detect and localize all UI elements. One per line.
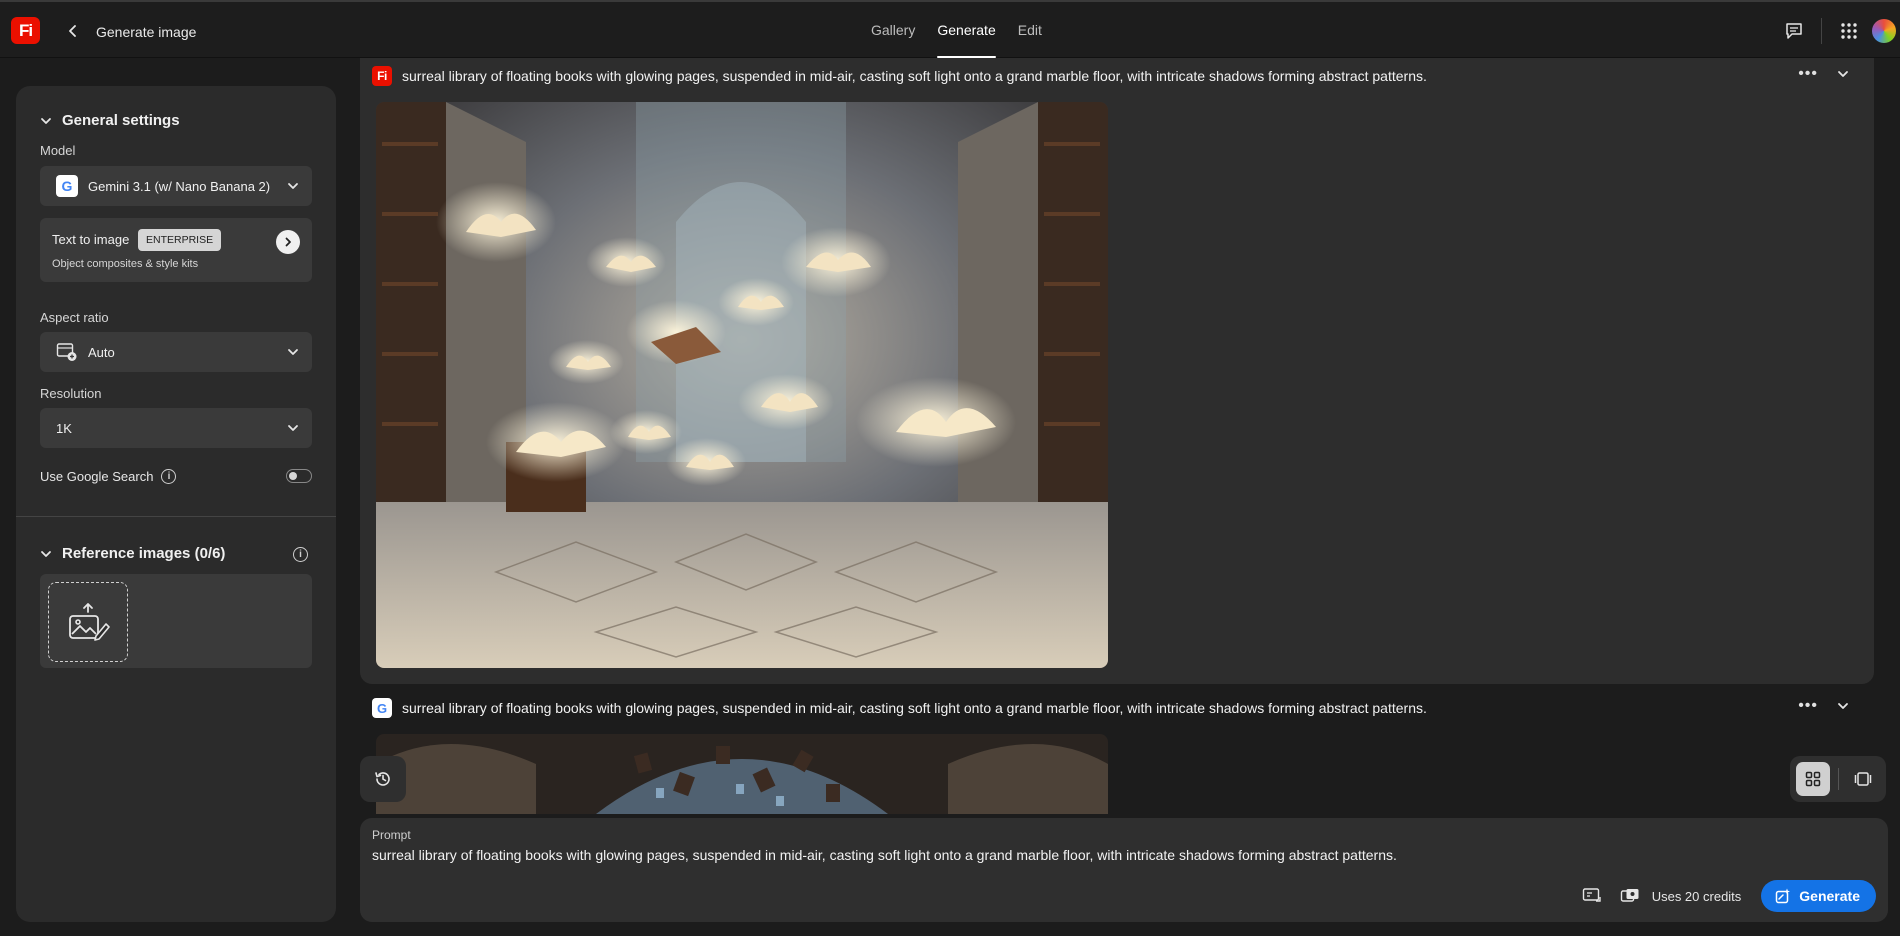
view-toggle — [1790, 756, 1886, 802]
chat-button[interactable] — [1779, 16, 1809, 46]
text-to-image-card[interactable]: Text to image ENTERPRISE Object composit… — [40, 218, 312, 282]
aspect-ratio-value: Auto — [88, 344, 115, 360]
google-search-label: Use Google Search — [40, 468, 154, 484]
tab-edit[interactable]: Edit — [1007, 2, 1053, 58]
apps-grid-icon — [1841, 23, 1857, 39]
reference-images-title: Reference images (0/6) — [62, 545, 226, 562]
model-select[interactable]: G Gemini 3.1 (w/ Nano Banana 2) — [40, 166, 312, 206]
generate-icon — [1775, 888, 1791, 904]
chevron-down-icon — [40, 115, 52, 127]
credits-text: Uses 20 credits — [1651, 888, 1742, 904]
model-label: Model — [40, 143, 76, 158]
toggle-knob — [289, 471, 297, 480]
image-upload-icon — [69, 603, 110, 641]
credits-icon-button[interactable] — [1616, 882, 1644, 910]
google-search-toggle[interactable] — [286, 469, 312, 483]
chevron-down-icon — [288, 425, 298, 431]
chevron-down-icon[interactable] — [1836, 67, 1850, 81]
divider — [16, 516, 336, 517]
reference-info-icon[interactable]: i — [293, 547, 308, 562]
aspect-ratio-label: Aspect ratio — [40, 310, 109, 325]
more-options-icon[interactable]: ••• — [1798, 698, 1818, 714]
single-view-icon — [1854, 772, 1872, 786]
chat-icon — [1786, 23, 1802, 39]
result-actions: ••• — [1798, 698, 1850, 714]
aspect-settings-icon — [1582, 888, 1601, 902]
prompt-box[interactable]: Prompt surreal library of floating books… — [360, 818, 1888, 922]
upload-reference-button[interactable] — [48, 582, 128, 662]
back-icon — [69, 25, 76, 37]
grid-view-button[interactable] — [1796, 762, 1830, 796]
main-tabs: Gallery Generate Edit — [860, 2, 1053, 58]
page-title: Generate image — [96, 24, 197, 40]
google-search-row: Use Google Search i — [40, 466, 312, 486]
generated-image[interactable] — [376, 734, 1108, 814]
result-prompt-text: surreal library of floating books with g… — [402, 68, 1427, 84]
top-right-actions — [1779, 16, 1900, 46]
result-prompt: G surreal library of floating books with… — [372, 698, 1427, 718]
chevron-down-icon[interactable] — [1836, 699, 1850, 713]
prompt-input[interactable]: surreal library of floating books with g… — [372, 847, 1397, 863]
google-icon: G — [56, 175, 78, 197]
reference-images-header[interactable]: Reference images (0/6) — [40, 545, 225, 562]
resolution-select[interactable]: 1K — [40, 408, 312, 448]
reference-images-area — [40, 574, 312, 668]
generated-image-art — [376, 102, 1108, 668]
resolution-value: 1K — [56, 420, 72, 436]
generated-image-art — [376, 734, 1108, 814]
resolution-label: Resolution — [40, 386, 102, 401]
avatar[interactable] — [1872, 19, 1896, 43]
chevron-down-icon — [40, 548, 52, 560]
divider — [1837, 768, 1839, 790]
back-button[interactable] — [62, 20, 84, 42]
text-to-image-subtitle: Object composites & style kits — [52, 258, 199, 270]
google-source-badge: G — [372, 698, 392, 718]
chevron-down-icon — [288, 183, 298, 189]
text-to-image-open-button[interactable] — [276, 230, 300, 254]
info-icon[interactable]: i — [161, 468, 177, 484]
chevron-right-icon — [285, 237, 291, 247]
result-prompt: Fi surreal library of floating books wit… — [372, 66, 1427, 86]
generated-image[interactable] — [376, 102, 1108, 668]
model-value: Gemini 3.1 (w/ Nano Banana 2) — [88, 178, 271, 194]
divider — [1821, 18, 1822, 44]
style-options-button[interactable] — [1578, 882, 1606, 910]
more-options-icon[interactable]: ••• — [1798, 66, 1818, 82]
firefly-logo[interactable]: Fi — [11, 17, 40, 44]
firefly-source-badge: Fi — [372, 66, 392, 86]
prompt-label: Prompt — [372, 828, 411, 842]
single-view-button[interactable] — [1846, 762, 1880, 796]
result-card: Fi surreal library of floating books wit… — [360, 58, 1874, 684]
general-settings-title: General settings — [62, 112, 180, 129]
result-card-2-header: G surreal library of floating books with… — [360, 696, 1874, 726]
general-settings-header[interactable]: General settings — [40, 112, 180, 129]
text-to-image-title: Text to image — [52, 232, 130, 247]
result-actions: ••• — [1798, 66, 1850, 82]
tab-gallery[interactable]: Gallery — [860, 2, 926, 58]
enterprise-badge: ENTERPRISE — [138, 229, 222, 251]
chevron-down-icon — [288, 349, 298, 355]
aspect-ratio-select[interactable]: Auto — [40, 332, 312, 372]
settings-panel: General settings Model G Gemini 3.1 (w/ … — [16, 86, 336, 922]
generate-label: Generate — [1799, 888, 1860, 904]
history-icon — [375, 772, 390, 786]
result-prompt-text: surreal library of floating books with g… — [402, 700, 1427, 716]
apps-button[interactable] — [1834, 16, 1864, 46]
grid-view-icon — [1805, 771, 1820, 787]
generate-button[interactable]: Generate — [1761, 880, 1876, 912]
history-button[interactable] — [360, 756, 406, 802]
aspect-ratio-icon — [56, 343, 77, 361]
prompt-footer: Uses 20 credits Generate — [1568, 880, 1876, 912]
credits-icon — [1620, 889, 1639, 902]
tab-generate[interactable]: Generate — [926, 2, 1006, 58]
top-bar: Fi Generate image Gallery Generate Edit — [0, 0, 1900, 58]
